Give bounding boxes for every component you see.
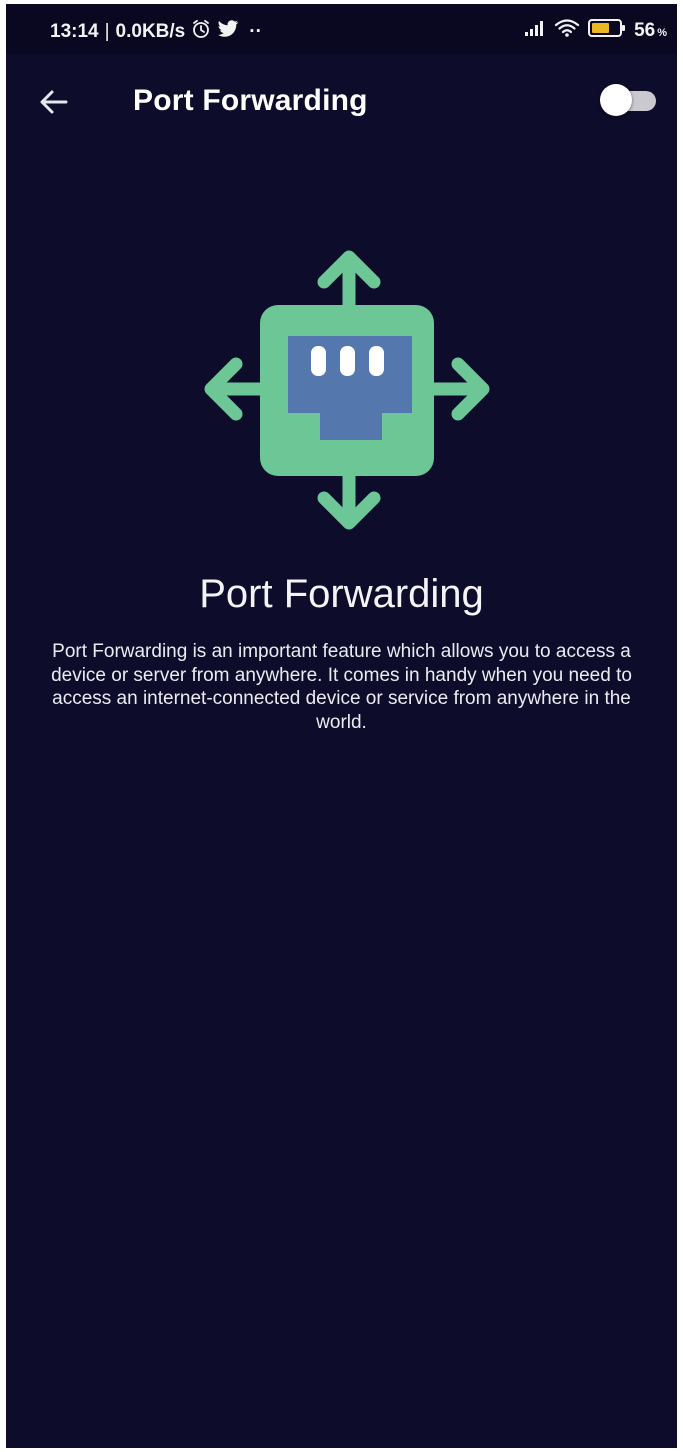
feature-description: Port Forwarding is an important feature … (51, 641, 632, 733)
twitter-icon (217, 20, 239, 44)
wifi-icon (554, 18, 580, 44)
back-button[interactable] (36, 84, 72, 120)
battery-percent-value: 56 (634, 20, 656, 41)
toggle-knob (600, 84, 632, 116)
battery-percent-sign: % (657, 27, 667, 39)
battery-icon (588, 18, 626, 44)
status-left: 13:14 | 0.0KB/s ·· (50, 19, 262, 45)
status-net-speed: 0.0KB/s (115, 21, 186, 42)
signal-icon (524, 19, 546, 43)
status-right: 56 % (524, 18, 667, 44)
screen: 13:14 | 0.0KB/s ·· 56 % Port Forwarding … (6, 4, 677, 1448)
status-separator: | (104, 21, 110, 42)
app-bar: Port Forwarding (6, 54, 677, 150)
port-forwarding-toggle[interactable] (600, 84, 658, 116)
status-time: 13:14 (50, 21, 99, 42)
battery-percent: 56 % (634, 20, 667, 42)
feature-heading: Port Forwarding (199, 572, 484, 616)
port-forwarding-illustration (200, 248, 492, 530)
page-title: Port Forwarding (133, 84, 368, 117)
status-bar: 13:14 | 0.0KB/s ·· 56 % (6, 4, 677, 54)
ethernet-port-arrows-icon (204, 250, 490, 530)
status-dots: ·· (249, 21, 262, 42)
arrow-left-icon (40, 90, 68, 114)
alarm-icon (191, 19, 211, 45)
